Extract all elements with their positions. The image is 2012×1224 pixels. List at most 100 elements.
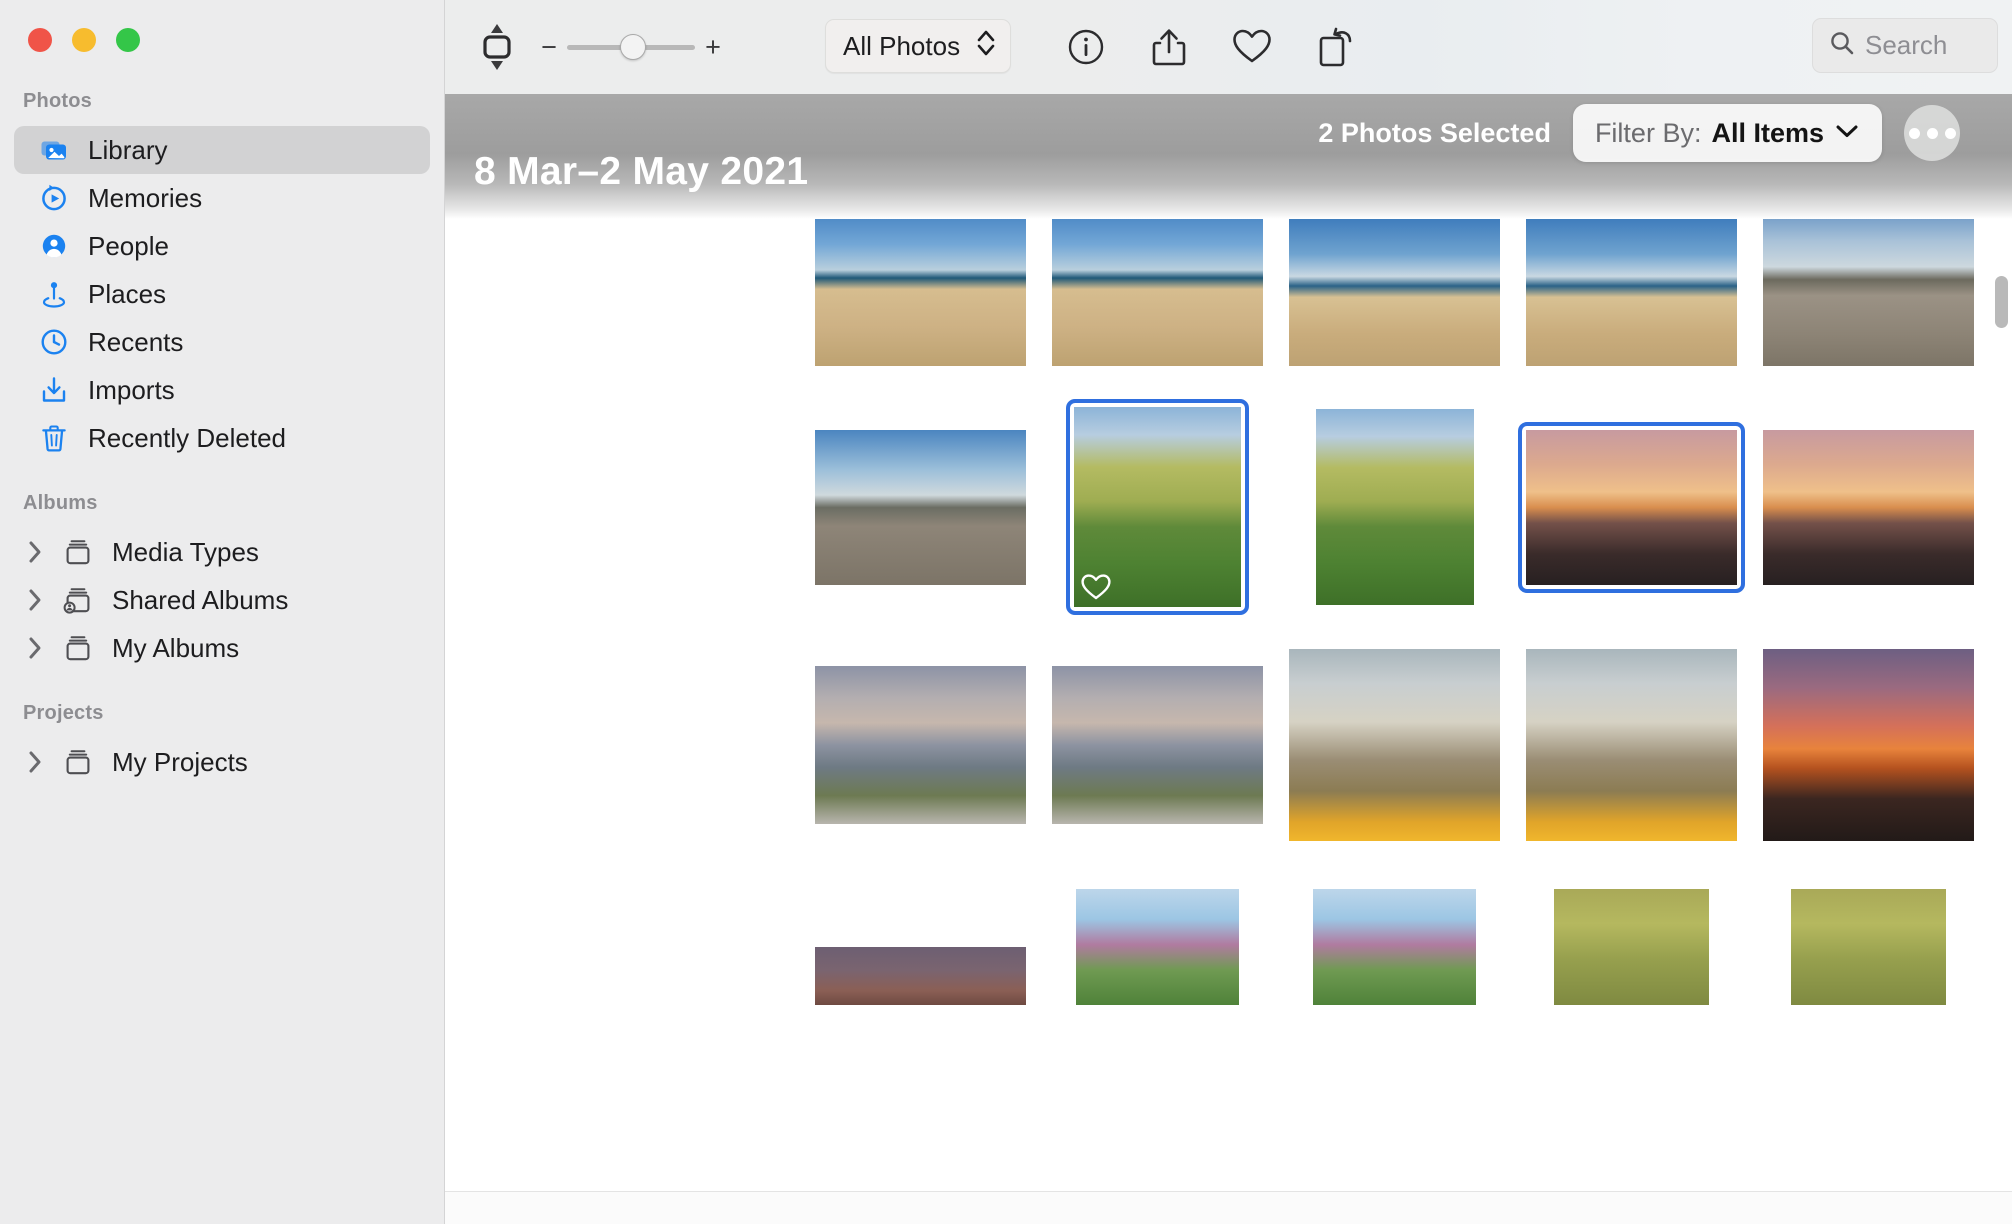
zoom-slider[interactable]: − + [541, 34, 721, 61]
maximize-button[interactable] [116, 28, 140, 52]
zoom-slider-thumb[interactable] [620, 34, 646, 60]
photo-image [1289, 206, 1500, 366]
search-input[interactable]: Search [1812, 18, 1998, 73]
status-badge: 2 Photos Selected [1318, 118, 1551, 149]
close-button[interactable] [28, 28, 52, 52]
vertical-scrollbar[interactable] [1994, 94, 2008, 1224]
photo-thumbnail[interactable] [1051, 649, 1264, 841]
photo-thumbnail[interactable] [1525, 889, 1738, 1005]
photo-thumbnail[interactable] [1051, 206, 1264, 366]
share-up-arrow-icon[interactable] [1148, 26, 1190, 68]
photo-thumbnail[interactable] [1288, 649, 1501, 841]
photo-thumbnail-selected[interactable] [1051, 407, 1264, 607]
sidebar-item-recently-deleted[interactable]: Recently Deleted [14, 414, 430, 462]
sidebar-item-my-albums[interactable]: My Albums [14, 624, 430, 672]
library-icon [39, 135, 69, 165]
photo-thumbnail[interactable] [814, 206, 1027, 366]
minimize-button[interactable] [72, 28, 96, 52]
sidebar-item-library[interactable]: Library [14, 126, 430, 174]
photo-thumbnail[interactable] [1762, 889, 1975, 1005]
photo-row [445, 889, 2012, 1005]
memories-icon [39, 183, 69, 213]
thumbnail-frame [1554, 889, 1709, 1005]
sidebar-item-recents[interactable]: Recents [14, 318, 430, 366]
photo-image [1076, 889, 1239, 1005]
thumbnail-frame [1518, 422, 1745, 593]
sidebar: Photos Library Memories People Places [0, 0, 445, 1224]
photo-thumbnail[interactable] [1288, 889, 1501, 1005]
sidebar-item-media-types[interactable]: Media Types [14, 528, 430, 576]
view-selector-button[interactable]: All Photos [825, 19, 1011, 73]
trash-icon [39, 423, 69, 453]
album-box-icon [63, 633, 93, 663]
search-placeholder: Search [1865, 30, 1947, 61]
thumbnail-frame [1052, 666, 1263, 824]
sidebar-item-shared-albums[interactable]: Shared Albums [14, 576, 430, 624]
photo-image [1313, 889, 1476, 1005]
thumbnail-frame [1791, 889, 1946, 1005]
sidebar-item-my-projects[interactable]: My Projects [14, 738, 430, 786]
zoom-slider-track[interactable] [567, 45, 695, 50]
photo-thumbnail[interactable] [1762, 206, 1975, 366]
places-pin-icon [39, 279, 69, 309]
ellipsis-icon [1945, 128, 1956, 139]
info-circle-icon[interactable] [1065, 26, 1107, 68]
photo-thumbnail[interactable] [1525, 206, 1738, 366]
aspect-ratio-icon[interactable] [475, 22, 519, 72]
shared-album-box-icon [63, 585, 93, 615]
sidebar-group-projects: Projects My Projects [0, 702, 444, 786]
thumbnail-frame [1763, 430, 1974, 585]
photo-thumbnail[interactable] [814, 889, 1027, 1005]
chevron-right-icon[interactable] [26, 635, 46, 661]
zoom-in-label[interactable]: + [705, 34, 721, 61]
sidebar-section-title: Projects [0, 702, 444, 725]
main-area: − + All Photos [445, 0, 2012, 1224]
chevron-right-icon[interactable] [26, 587, 46, 613]
photo-thumbnail[interactable] [1525, 649, 1738, 841]
view-selector-value: All Photos [843, 31, 960, 62]
thumbnail-frame [1526, 649, 1737, 841]
photo-thumbnail-selected[interactable] [1525, 407, 1738, 607]
sidebar-section-title: Albums [0, 492, 444, 515]
chevron-right-icon[interactable] [26, 539, 46, 565]
thumbnail-frame [1076, 889, 1239, 1005]
photo-thumbnail[interactable] [814, 407, 1027, 607]
scrollbar-thumb[interactable] [1995, 276, 2008, 328]
sidebar-item-label: Shared Albums [112, 585, 288, 616]
sidebar-item-label: Library [88, 135, 167, 166]
photo-image [815, 206, 1026, 366]
photo-thumbnail[interactable] [1051, 889, 1264, 1005]
photo-thumbnail[interactable] [814, 649, 1027, 841]
thumbnail-frame [1316, 409, 1474, 605]
sidebar-item-label: My Projects [112, 747, 248, 778]
chevron-right-icon[interactable] [26, 749, 46, 775]
thumbnail-frame [815, 206, 1026, 366]
sidebar-item-memories[interactable]: Memories [14, 174, 430, 222]
sidebar-item-places[interactable]: Places [14, 270, 430, 318]
photo-content-area: 8 Mar–2 May 2021 2 Photos Selected Filte… [445, 94, 2012, 1224]
photo-thumbnail[interactable] [1762, 649, 1975, 841]
photo-thumbnail[interactable] [1288, 407, 1501, 607]
toolbar-actions [1065, 0, 1356, 94]
heart-outline-icon[interactable] [1231, 26, 1273, 68]
photo-thumbnail[interactable] [1762, 407, 1975, 607]
more-options-button[interactable] [1904, 105, 1960, 161]
people-icon [39, 231, 69, 261]
zoom-out-label[interactable]: − [541, 34, 557, 61]
filter-by-value: All Items [1711, 118, 1824, 149]
sidebar-item-label: Imports [88, 375, 175, 406]
album-box-icon [63, 537, 93, 567]
search-icon [1829, 30, 1855, 61]
photo-row [445, 407, 2012, 607]
filter-by-button[interactable]: Filter By: All Items [1573, 104, 1882, 162]
photo-thumbnail[interactable] [1288, 206, 1501, 366]
sidebar-group-photos: Photos Library Memories People Places [0, 90, 444, 462]
rotate-icon[interactable] [1314, 26, 1356, 68]
zoom-controls: − + [475, 22, 721, 72]
sidebar-item-imports[interactable]: Imports [14, 366, 430, 414]
sidebar-item-label: My Albums [112, 633, 239, 664]
sidebar-item-people[interactable]: People [14, 222, 430, 270]
photo-row [445, 206, 2012, 366]
sidebar-item-label: Recents [88, 327, 183, 358]
sidebar-section-title: Photos [0, 90, 444, 113]
